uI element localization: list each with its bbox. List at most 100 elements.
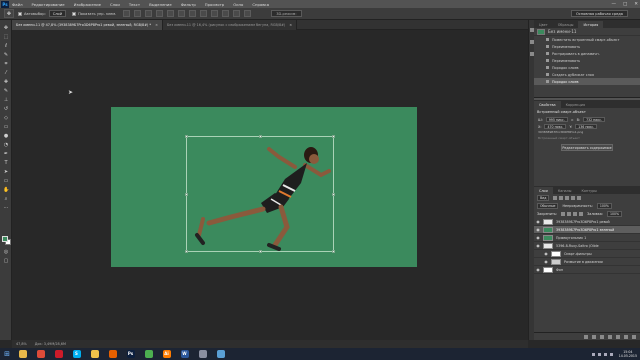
menu-select[interactable]: Выделение xyxy=(149,2,172,7)
healing-brush-tool-icon[interactable]: ✚ xyxy=(3,80,9,85)
autoselect-dropdown[interactable]: Слой xyxy=(48,10,67,17)
history-item-selected[interactable]: Порядок слоев xyxy=(534,78,640,85)
tab-properties[interactable]: Свойства xyxy=(534,101,561,108)
taskbar-app-chrome-icon[interactable] xyxy=(33,349,48,359)
taskbar-app-explorer-icon[interactable] xyxy=(15,349,30,359)
layer-kind-dropdown[interactable]: Вид xyxy=(537,195,550,201)
visibility-eye-icon[interactable]: ◉ xyxy=(542,259,550,264)
history-brush-tool-icon[interactable]: ↺ xyxy=(3,107,9,112)
visibility-eye-icon[interactable]: ◉ xyxy=(534,227,542,232)
distribute-bottom-icon[interactable] xyxy=(211,10,219,17)
document-canvas[interactable] xyxy=(111,107,417,267)
workspace-dropdown[interactable]: Основная рабочая среда xyxy=(570,10,628,17)
width-field[interactable]: 995 пикс. xyxy=(545,117,568,122)
history-item[interactable]: Переименовать xyxy=(534,57,640,64)
tab-document-2[interactable]: Без имени-11 @ 16,4% (рисунок с изображе… xyxy=(162,20,298,30)
lock-pixels-icon[interactable] xyxy=(567,212,572,216)
filter-effect-row[interactable]: ◉ Размытие в движении xyxy=(534,258,640,266)
layer-row[interactable]: ◉ 5396-8-Ruxy-Saltro (Olide xyxy=(534,242,640,250)
align-right-icon[interactable] xyxy=(178,10,186,17)
taskbar-app-settings-icon[interactable] xyxy=(195,349,210,359)
filter-smart-object-icon[interactable] xyxy=(577,196,582,200)
history-item[interactable]: Переименовать xyxy=(534,43,640,50)
layer-row-selected[interactable]: ◉ 3938389Б7Pro3D6Р8Pro1 зеленый xyxy=(534,226,640,234)
new-group-icon[interactable] xyxy=(616,334,620,339)
distribute-top-icon[interactable] xyxy=(189,10,197,17)
layer-row[interactable]: ◉ Прямоугольник 1 xyxy=(534,234,640,242)
adjustment-layer-icon[interactable] xyxy=(608,334,612,339)
transform-handle-right[interactable] xyxy=(332,193,335,196)
visibility-eye-icon[interactable]: ◉ xyxy=(534,219,542,224)
y-field[interactable]: 136 пикс. xyxy=(575,124,598,129)
add-mask-icon[interactable] xyxy=(600,334,604,339)
gradient-tool-icon[interactable]: ▭ xyxy=(3,125,9,130)
lasso-tool-icon[interactable]: ℓ xyxy=(3,44,9,49)
show-controls-checkbox[interactable] xyxy=(72,11,77,16)
menu-window[interactable]: Окно xyxy=(233,2,243,7)
distribute-middle-icon[interactable] xyxy=(200,10,208,17)
panel-icon[interactable] xyxy=(529,28,534,32)
tab-document-1[interactable]: Без имени-11 @ 47,8% (3938389Б7Pro3D6Р8P… xyxy=(12,20,163,30)
tab-swatches[interactable]: Образцы xyxy=(553,21,579,28)
taskbar-app-firefox-icon[interactable] xyxy=(105,349,120,359)
crop-tool-icon[interactable]: ⌗ xyxy=(3,62,9,67)
taskbar-app-skype-icon[interactable]: S xyxy=(69,349,84,359)
transform-handle-bottom-right[interactable] xyxy=(332,250,335,253)
transform-handle-bottom-left[interactable] xyxy=(185,250,188,253)
more-tools-icon[interactable]: ⋯ xyxy=(3,206,9,211)
quick-mask-icon[interactable]: ◎ xyxy=(3,250,9,255)
move-tool-icon[interactable]: ✥ xyxy=(3,26,9,31)
filter-adjustment-icon[interactable] xyxy=(559,196,564,200)
blend-mode-dropdown[interactable]: Обычные xyxy=(537,203,559,209)
align-left-icon[interactable] xyxy=(156,10,164,17)
language-icon[interactable] xyxy=(609,352,613,356)
visibility-eye-icon[interactable]: ◉ xyxy=(542,251,550,256)
minimize-button[interactable]: — xyxy=(611,2,616,7)
history-item[interactable]: Растрировать в динамичн. xyxy=(534,50,640,57)
tab-channels[interactable]: Каналы xyxy=(553,187,577,194)
eyedropper-tool-icon[interactable]: ⁄ xyxy=(3,71,9,76)
quick-select-tool-icon[interactable]: ✎ xyxy=(3,53,9,58)
taskbar-app-media-icon[interactable] xyxy=(141,349,156,359)
align-bottom-icon[interactable] xyxy=(145,10,153,17)
opacity-field[interactable]: 100% xyxy=(596,203,612,209)
start-button[interactable]: ⊞ xyxy=(2,349,12,359)
shape-tool-icon[interactable]: ▭ xyxy=(3,179,9,184)
panel-icon[interactable] xyxy=(529,40,534,44)
fill-field[interactable]: 100% xyxy=(606,211,623,217)
distribute-left-icon[interactable] xyxy=(222,10,230,17)
align-middle-icon[interactable] xyxy=(134,10,142,17)
taskbar-app-opera-icon[interactable] xyxy=(51,349,66,359)
align-top-icon[interactable] xyxy=(123,10,131,17)
volume-icon[interactable] xyxy=(603,352,607,356)
zoom-level[interactable]: 47,8% xyxy=(16,342,27,346)
brush-tool-icon[interactable]: ✎ xyxy=(3,89,9,94)
close-button[interactable]: ✕ xyxy=(634,2,638,7)
tab-color[interactable]: Цвет xyxy=(534,21,553,28)
eraser-tool-icon[interactable]: ◇ xyxy=(3,116,9,121)
height-field[interactable]: 732 пикс. xyxy=(583,117,606,122)
menu-layers[interactable]: Слои xyxy=(110,2,120,7)
taskbar-app-illustrator-icon[interactable]: Ai xyxy=(159,349,174,359)
smart-filters-row[interactable]: ◉ Смарт-фильтры xyxy=(534,250,640,258)
taskbar-app-media-player-icon[interactable] xyxy=(213,349,228,359)
network-icon[interactable] xyxy=(597,352,601,356)
transform-bounding-box[interactable] xyxy=(186,136,334,252)
visibility-eye-icon[interactable]: ◉ xyxy=(534,243,542,248)
menu-help[interactable]: Справка xyxy=(252,2,269,7)
edit-contents-button[interactable]: Редактировать содержимое xyxy=(561,144,613,151)
align-center-icon[interactable] xyxy=(167,10,175,17)
tray-arrow-icon[interactable] xyxy=(591,352,595,356)
filter-pixel-icon[interactable] xyxy=(553,196,558,200)
panel-icon[interactable] xyxy=(529,52,534,56)
close-icon[interactable]: × xyxy=(289,23,292,27)
tab-adjustments[interactable]: Коррекция xyxy=(561,101,590,108)
transform-handle-top-right[interactable] xyxy=(332,135,335,138)
layer-row[interactable]: ◉ Фон xyxy=(534,266,640,274)
layer-row[interactable]: ◉ 3938389Б7Pro3D6Р8Pro1 ревой xyxy=(534,218,640,226)
history-item[interactable]: Создать дубликат слоя xyxy=(534,71,640,78)
history-item[interactable]: Порядок слоев xyxy=(534,64,640,71)
transform-handle-top[interactable] xyxy=(259,135,262,138)
x-field[interactable]: 470 пикс. xyxy=(544,124,567,129)
zoom-tool-icon[interactable]: ⌕ xyxy=(3,197,9,202)
